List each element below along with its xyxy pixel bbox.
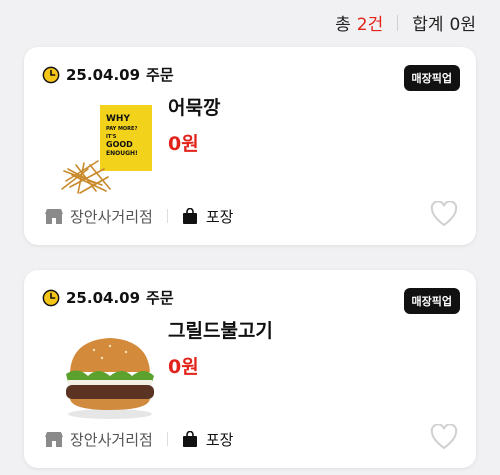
store-name: 장안사거리점 [70, 207, 153, 226]
order-date: 25.04.09 주문 [42, 287, 174, 308]
order-date-value: 25.04.09 [66, 65, 141, 84]
pickup-badge: 매장픽업 [403, 65, 460, 91]
product-price: 0원 [168, 356, 199, 378]
clock-icon [42, 66, 60, 83]
divider [166, 432, 168, 446]
order-summary: 총 2건 합계 0원 [335, 10, 476, 35]
store-icon [45, 208, 63, 224]
svg-text:WHY: WHY [106, 114, 130, 124]
order-date: 25.04.09 주문 [42, 64, 174, 85]
heart-icon[interactable] [430, 201, 458, 227]
pickup-type: 포장 [205, 207, 234, 226]
pickup-type: 포장 [205, 430, 234, 449]
order-footer: 장안사거리점 포장 [44, 426, 456, 452]
clock-icon [42, 289, 60, 306]
order-date-suffix: 주문 [146, 289, 174, 307]
total-label: 합계 [412, 15, 444, 35]
order-card[interactable]: 25.04.09 주문 매장픽업 WHY PAY MORE? IT'S GOOD… [24, 47, 476, 245]
shopping-bag-icon [182, 207, 197, 224]
divider [397, 14, 399, 31]
pickup-badge: 매장픽업 [403, 288, 460, 314]
order-footer: 장안사거리점 포장 [44, 203, 456, 229]
heart-icon[interactable] [430, 424, 458, 450]
product-image: WHY PAY MORE? IT'S GOOD ENOUGH! [61, 105, 152, 194]
svg-text:GOOD: GOOD [106, 140, 133, 149]
store-icon [45, 431, 63, 447]
divider [166, 209, 168, 223]
shopping-bag-icon [182, 430, 197, 447]
store-name: 장안사거리점 [70, 430, 153, 449]
product-image [66, 338, 154, 419]
product-price: 0원 [168, 133, 199, 155]
order-date-value: 25.04.09 [66, 288, 141, 307]
product-name: 그릴드불고기 [168, 320, 273, 342]
order-card[interactable]: 25.04.09 주문 매장픽업 그릴드불고기 0원 장안사거리점 포장 [24, 270, 476, 468]
svg-text:PAY MORE?: PAY MORE? [106, 126, 137, 132]
total-amount: 0원 [449, 15, 476, 35]
order-date-suffix: 주문 [146, 66, 174, 84]
order-count: 2건 [356, 15, 384, 35]
count-label: 총 [335, 15, 351, 35]
product-name: 어묵깡 [168, 97, 221, 119]
svg-text:ENOUGH!: ENOUGH! [106, 150, 138, 157]
